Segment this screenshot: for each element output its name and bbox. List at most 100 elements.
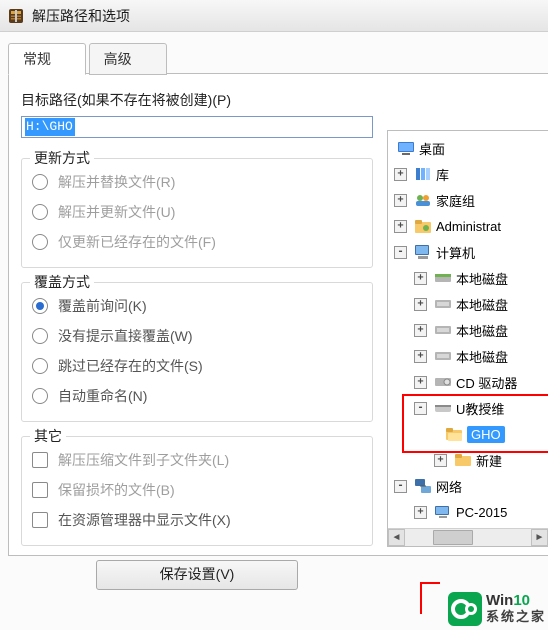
- left-column: 目标路径(如果不存在将被创建)(P) H:\GHO 更新方式 解压并替换文件(R…: [21, 90, 373, 590]
- tab-general[interactable]: 常规: [8, 43, 86, 75]
- opt-extract-subfolder[interactable]: 解压压缩文件到子文件夹(L): [32, 445, 362, 475]
- window-title: 解压路径和选项: [32, 6, 130, 26]
- expander-icon[interactable]: +: [394, 220, 407, 233]
- tree-label: 计算机: [436, 243, 475, 262]
- expander-icon[interactable]: +: [414, 298, 427, 311]
- tree-node-homegroup[interactable]: + 家庭组: [388, 187, 548, 213]
- opt-extract-update[interactable]: 解压并更新文件(U): [32, 197, 362, 227]
- group-update-legend: 更新方式: [30, 148, 94, 168]
- expander-icon[interactable]: +: [414, 272, 427, 285]
- radio-icon: [32, 174, 48, 190]
- opt-label: 解压并替换文件(R): [58, 172, 175, 192]
- tree-label: 本地磁盘: [456, 295, 508, 314]
- expander-icon[interactable]: +: [434, 454, 447, 467]
- tree-node-u-drive[interactable]: - U教授维: [388, 395, 548, 421]
- content-area: 常规 高级 目标路径(如果不存在将被创建)(P) H:\GHO 更新方式 解压并…: [0, 32, 548, 630]
- expander-icon[interactable]: +: [414, 324, 427, 337]
- save-settings-button[interactable]: 保存设置(V): [96, 560, 298, 590]
- expander-icon[interactable]: +: [414, 506, 427, 519]
- expander-icon[interactable]: +: [414, 376, 427, 389]
- drive-icon: [434, 295, 452, 313]
- opt-ask-before-overwrite[interactable]: 覆盖前询问(K): [32, 291, 362, 321]
- tree-label: 家庭组: [436, 191, 475, 210]
- expander-minus-icon[interactable]: -: [414, 402, 427, 415]
- opt-extract-replace[interactable]: 解压并替换文件(R): [32, 167, 362, 197]
- watermark-text: Win10 系统之家: [486, 593, 546, 625]
- tree-label: Administrat: [436, 219, 501, 234]
- scrollbar-track[interactable]: [405, 529, 531, 546]
- tree-node-local-disk[interactable]: + 本地磁盘: [388, 317, 548, 343]
- folder-tree-panel: 桌面 + 库 + 家庭组 +: [387, 130, 548, 547]
- tree-label: U教授维: [456, 399, 504, 418]
- tree-node-new-folder[interactable]: + 新建: [388, 447, 548, 473]
- tree-node-cd-drive[interactable]: + CD 驱动器: [388, 369, 548, 395]
- opt-skip-existing[interactable]: 跳过已经存在的文件(S): [32, 351, 362, 381]
- radio-icon: [32, 204, 48, 220]
- tree-node-computer[interactable]: - 计算机: [388, 239, 548, 265]
- opt-label: 没有提示直接覆盖(W): [58, 326, 193, 346]
- path-label: 目标路径(如果不存在将被创建)(P): [21, 90, 373, 110]
- scroll-right-arrow-icon[interactable]: ►: [531, 529, 548, 546]
- tree-node-gho-folder[interactable]: GHO: [388, 421, 548, 447]
- libraries-icon: [414, 165, 432, 183]
- tree-label: 桌面: [419, 139, 445, 158]
- radio-icon: [32, 358, 48, 374]
- tab-strip: 常规 高级: [8, 42, 548, 74]
- path-value-selected: H:\GHO: [25, 118, 75, 136]
- tree-label: 网络: [436, 477, 462, 496]
- opt-keep-broken[interactable]: 保留损坏的文件(B): [32, 475, 362, 505]
- scroll-left-arrow-icon[interactable]: ◄: [388, 529, 405, 546]
- folder-tree[interactable]: 桌面 + 库 + 家庭组 +: [388, 131, 548, 528]
- expander-minus-icon[interactable]: -: [394, 480, 407, 493]
- tree-label: 本地磁盘: [456, 321, 508, 340]
- opt-label: 跳过已经存在的文件(S): [58, 356, 203, 376]
- drive-icon: [434, 269, 452, 287]
- radio-icon: [32, 388, 48, 404]
- expander-icon[interactable]: +: [414, 350, 427, 363]
- checkbox-icon: [32, 452, 48, 468]
- tree-node-local-disk[interactable]: + 本地磁盘: [388, 291, 548, 317]
- checkbox-icon: [32, 482, 48, 498]
- tree-node-pc[interactable]: + PC-2015: [388, 499, 548, 525]
- opt-auto-rename[interactable]: 自动重命名(N): [32, 381, 362, 411]
- network-pc-icon: [434, 503, 452, 521]
- app-icon: [6, 6, 26, 26]
- expander-minus-icon[interactable]: -: [394, 246, 407, 259]
- tree-label: 本地磁盘: [456, 347, 508, 366]
- opt-overwrite-silent[interactable]: 没有提示直接覆盖(W): [32, 321, 362, 351]
- watermark-10: 10: [513, 592, 530, 609]
- tree-label: 库: [436, 165, 449, 184]
- tree-label: CD 驱动器: [456, 373, 517, 392]
- computer-icon: [414, 243, 432, 261]
- cd-drive-icon: [434, 373, 452, 391]
- tree-label: 本地磁盘: [456, 269, 508, 288]
- watermark: Win10 系统之家: [448, 592, 546, 626]
- radio-icon: [32, 298, 48, 314]
- group-other-legend: 其它: [30, 426, 66, 446]
- tree-node-admin[interactable]: + Administrat: [388, 213, 548, 239]
- opt-show-in-explorer[interactable]: 在资源管理器中显示文件(X): [32, 505, 362, 535]
- opt-label: 仅更新已经存在的文件(F): [58, 232, 216, 252]
- tree-node-libraries[interactable]: + 库: [388, 161, 548, 187]
- drive-icon: [434, 347, 452, 365]
- expander-icon[interactable]: +: [394, 168, 407, 181]
- watermark-subtitle: 系统之家: [486, 609, 546, 625]
- group-update-mode: 更新方式 解压并替换文件(R) 解压并更新文件(U) 仅更新已经存在的文件(F): [21, 158, 373, 268]
- watermark-logo-icon: [448, 592, 482, 626]
- expander-icon[interactable]: +: [394, 194, 407, 207]
- user-folder-icon: [414, 217, 432, 235]
- opt-label: 覆盖前询问(K): [58, 296, 147, 316]
- tree-node-network[interactable]: - 网络: [388, 473, 548, 499]
- tree-node-local-disk[interactable]: + 本地磁盘: [388, 265, 548, 291]
- tree-node-desktop[interactable]: 桌面: [388, 135, 548, 161]
- opt-freshen-existing[interactable]: 仅更新已经存在的文件(F): [32, 227, 362, 257]
- tree-label-selected: GHO: [467, 426, 505, 443]
- tree-node-local-disk[interactable]: + 本地磁盘: [388, 343, 548, 369]
- tab-advanced[interactable]: 高级: [89, 43, 167, 75]
- destination-path-input[interactable]: H:\GHO: [21, 116, 373, 138]
- scrollbar-thumb[interactable]: [433, 530, 473, 545]
- horizontal-scrollbar[interactable]: ◄ ►: [388, 528, 548, 546]
- group-other: 其它 解压压缩文件到子文件夹(L) 保留损坏的文件(B) 在资源管理器中显示文件…: [21, 436, 373, 546]
- opt-label: 解压并更新文件(U): [58, 202, 175, 222]
- removable-drive-icon: [434, 399, 452, 417]
